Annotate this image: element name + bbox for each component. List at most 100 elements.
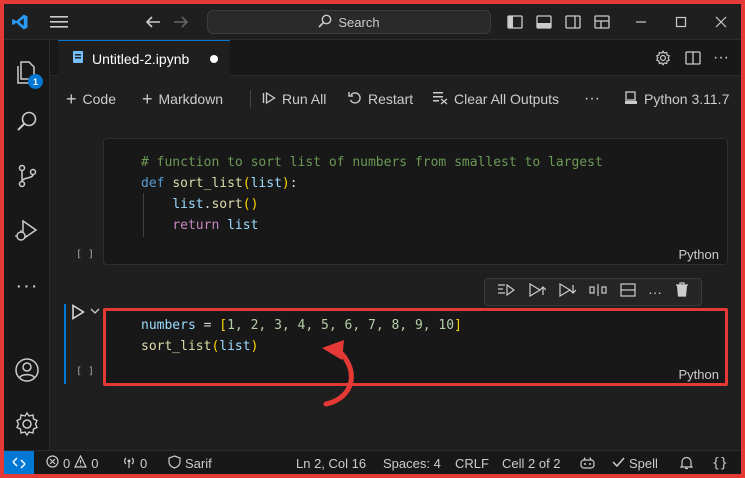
chevron-down-icon[interactable]: [88, 304, 102, 318]
warning-icon: [74, 454, 88, 471]
code-line-comment[interactable]: # function to sort list of numbers from …: [141, 152, 603, 173]
run-all-label: Run All: [282, 91, 327, 107]
shield-icon: [168, 454, 181, 472]
activity-bar: 1 ···: [4, 40, 50, 450]
active-cell-indicator: [64, 304, 66, 384]
back-arrow-icon[interactable]: [142, 12, 164, 32]
forward-arrow-icon[interactable]: [170, 12, 192, 32]
keyword-return: return: [172, 218, 220, 233]
account-icon[interactable]: [4, 350, 50, 390]
editor-tab-bar: Untitled-2.ipynb ···: [50, 40, 741, 76]
add-code-button[interactable]: + Code: [66, 76, 116, 122]
kernel-picker[interactable]: Python 3.11.7: [624, 76, 729, 122]
paren: ): [281, 176, 290, 191]
remote-indicator-icon[interactable]: [4, 451, 34, 474]
delete-cell-icon[interactable]: [675, 282, 689, 302]
split-cell-icon[interactable]: [589, 283, 607, 302]
cell-more-icon[interactable]: ···: [648, 284, 662, 300]
more-actions-icon[interactable]: ···: [710, 48, 732, 68]
indentation-setting[interactable]: Spaces: 4: [383, 451, 441, 474]
execute-above-icon[interactable]: [528, 282, 547, 302]
explorer-badge: 1: [28, 74, 43, 89]
search-icon: [318, 14, 332, 31]
cell-toolbar: ···: [484, 278, 702, 306]
highlight-box: [103, 308, 728, 386]
title-bar: Search: [4, 4, 741, 40]
more-views-icon[interactable]: ···: [4, 266, 50, 306]
plus-icon: +: [142, 88, 153, 109]
spell-check-indicator[interactable]: Spell: [612, 451, 658, 474]
source-control-icon[interactable]: [4, 156, 50, 196]
add-markdown-label: Markdown: [158, 91, 224, 107]
param-list: list: [250, 176, 282, 191]
split-editor-icon[interactable]: [682, 48, 704, 68]
run-by-line-icon[interactable]: [497, 283, 516, 302]
toolbar-more-button[interactable]: ···: [584, 76, 600, 122]
spell-label: Spell: [629, 455, 658, 471]
code-line-def[interactable]: def sort_list(list):: [141, 173, 298, 194]
tab-untitled-2[interactable]: Untitled-2.ipynb: [58, 40, 230, 76]
cursor-position[interactable]: Ln 2, Col 16: [296, 451, 366, 474]
copilot-icon[interactable]: [580, 451, 595, 474]
close-window-icon[interactable]: [708, 12, 734, 32]
profile-label: Sarif: [185, 455, 212, 471]
restart-label: Restart: [368, 91, 414, 107]
maximize-icon[interactable]: [668, 12, 694, 32]
settings-gear-icon[interactable]: [4, 404, 50, 444]
unsaved-dot-icon[interactable]: [210, 55, 218, 63]
explorer-icon[interactable]: [4, 52, 50, 92]
code-line-sort[interactable]: list.sort(): [141, 194, 258, 215]
toggle-panel-icon[interactable]: [533, 12, 555, 32]
search-view-icon[interactable]: [4, 102, 50, 142]
search-label: Search: [338, 14, 380, 30]
notebook-toolbar: + Code + Markdown Run All Restart Clear …: [50, 76, 741, 122]
notebook-file-icon: [72, 50, 84, 67]
add-code-label: Code: [82, 91, 116, 107]
customize-layout-icon[interactable]: [591, 12, 613, 32]
minimize-icon[interactable]: [628, 12, 654, 32]
add-markdown-button[interactable]: + Markdown: [142, 76, 223, 122]
execute-below-icon[interactable]: [558, 282, 577, 302]
join-cell-icon[interactable]: [619, 282, 636, 302]
clear-all-outputs-button[interactable]: Clear All Outputs: [432, 76, 559, 122]
clear-outputs-icon: [432, 91, 448, 108]
restart-button[interactable]: Restart: [348, 76, 413, 122]
ports-indicator[interactable]: 0: [122, 451, 147, 474]
notebook-settings-gear-icon[interactable]: [652, 48, 674, 68]
run-debug-icon[interactable]: [4, 210, 50, 250]
checkmark-icon: [612, 456, 625, 471]
notifications-bell-icon[interactable]: [680, 451, 693, 474]
annotation-arrow-icon: [322, 340, 354, 407]
clear-all-outputs-label: Clear All Outputs: [454, 91, 560, 107]
command-center-search[interactable]: Search: [207, 10, 491, 34]
keyword-def: def: [141, 176, 165, 191]
code-line-return[interactable]: return list: [141, 215, 258, 236]
vscode-logo-icon: [10, 12, 30, 32]
menu-icon[interactable]: [48, 12, 70, 32]
end-of-line-setting[interactable]: CRLF: [455, 451, 489, 474]
run-cell-icon[interactable]: [68, 302, 88, 322]
restart-icon: [348, 91, 362, 108]
paren: (: [242, 176, 251, 191]
paren: (): [242, 197, 259, 212]
cell-language-label[interactable]: Python: [679, 247, 719, 262]
run-all-button[interactable]: Run All: [262, 76, 326, 122]
toggle-primary-sidebar-icon[interactable]: [504, 12, 526, 32]
method-sort: sort: [211, 197, 243, 212]
kernel-environment-icon: [624, 90, 638, 108]
braces-icon[interactable]: {}: [712, 451, 728, 474]
ports-count: 0: [140, 455, 148, 471]
vscode-window: Search 1 ··· Untitled-2.ipynb ··· + Code…: [4, 4, 741, 474]
error-icon: [46, 455, 59, 471]
warning-count: 0: [91, 455, 99, 471]
toolbar-divider: [250, 90, 251, 108]
plus-icon: +: [66, 88, 77, 109]
profile-indicator[interactable]: Sarif: [168, 451, 212, 474]
var-list: list: [172, 197, 204, 212]
toggle-secondary-sidebar-icon[interactable]: [562, 12, 584, 32]
code-cell-1[interactable]: # function to sort list of numbers from …: [103, 138, 728, 265]
problems-indicator[interactable]: 0 0: [46, 451, 98, 474]
cell-indicator[interactable]: Cell 2 of 2: [502, 451, 561, 474]
execution-count: [ ]: [76, 366, 95, 377]
kernel-label: Python 3.11.7: [644, 91, 730, 107]
